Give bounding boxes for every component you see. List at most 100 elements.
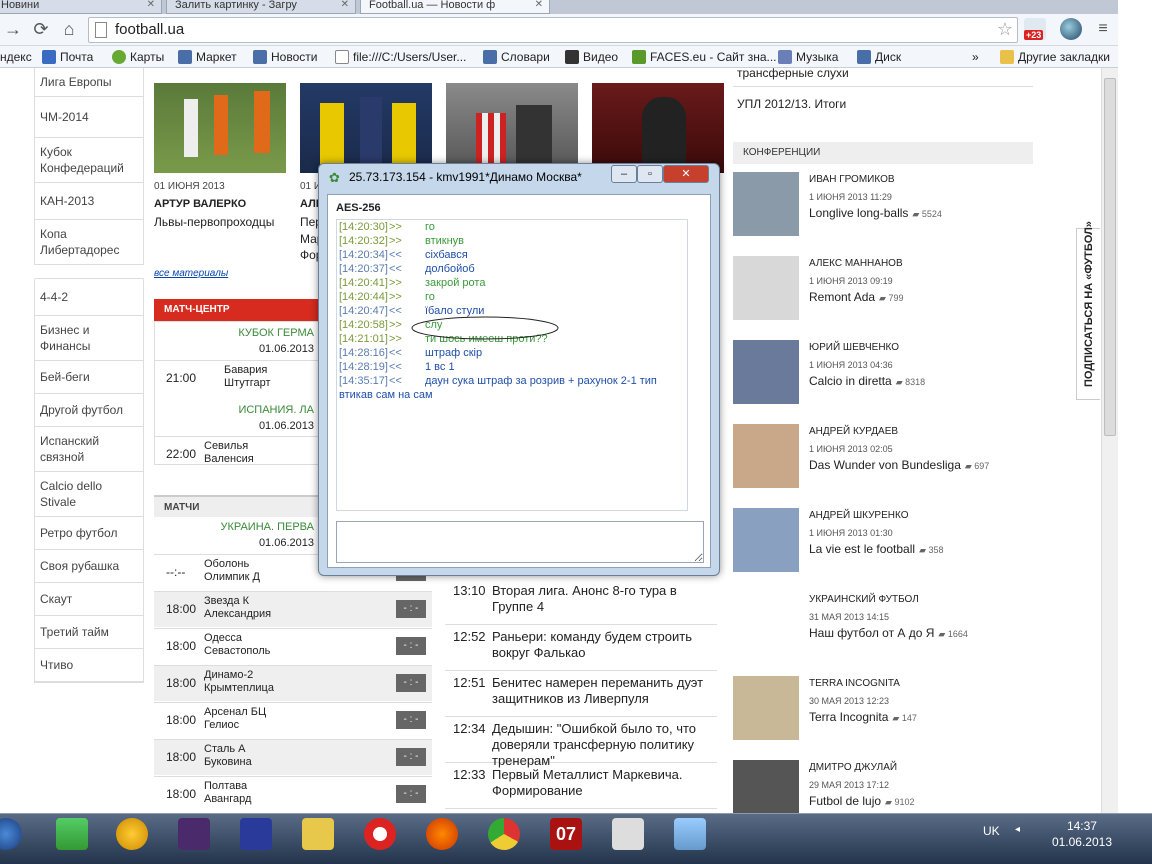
- chrome-icon[interactable]: [488, 818, 520, 850]
- chat-input[interactable]: [336, 521, 704, 563]
- nav-item[interactable]: Скаут: [35, 583, 143, 616]
- bookmark-music[interactable]: Музыка: [778, 49, 838, 65]
- maximize-button[interactable]: ▫: [637, 165, 663, 183]
- firefox-icon[interactable]: [426, 818, 458, 850]
- feed-item[interactable]: 12:52 Раньери: команду будем строить вокр…: [445, 629, 717, 671]
- page-scrollbar[interactable]: [1101, 68, 1118, 813]
- news-photo[interactable]: [154, 83, 286, 173]
- extension-icon[interactable]: +23: [1024, 18, 1046, 40]
- nav-item[interactable]: Чтиво: [35, 649, 143, 682]
- match-row[interactable]: 18:00 Звезда К Александрия - : -: [154, 591, 432, 627]
- nav-item[interactable]: Своя рубашка: [35, 550, 143, 583]
- scrollbar-thumb[interactable]: [1104, 78, 1116, 436]
- tab-label: Залить картинку - Загру: [175, 0, 297, 11]
- news-photo[interactable]: [592, 83, 724, 173]
- close-button[interactable]: ✕: [663, 165, 709, 183]
- bookmark-other[interactable]: Другие закладки: [1000, 49, 1110, 65]
- bookmark-maps[interactable]: Карты: [112, 49, 164, 65]
- conference-item[interactable]: АНДРЕЙ ШКУРЕНКО 1 ИЮНЯ 2013 01:30 La vie e…: [733, 508, 1033, 578]
- nav-item[interactable]: Лига Европы: [35, 68, 143, 97]
- save-icon[interactable]: [240, 818, 272, 850]
- conference-item[interactable]: ЮРИЙ ШЕВЧЕНКО 1 ИЮНЯ 2013 04:36 Calcio in …: [733, 340, 1033, 410]
- folder-icon[interactable]: [302, 818, 334, 850]
- chat-titlebar[interactable]: ✿ 25.73.173.154 - kmv1991*Динамо Москва*…: [319, 164, 719, 190]
- address-bar[interactable]: football.ua ☆: [88, 17, 1018, 43]
- yandex-icon[interactable]: [364, 818, 396, 850]
- feed-item[interactable]: 12:34 Дедышин: "Ошибкой было то, что дове…: [445, 721, 717, 768]
- league-name[interactable]: ИСПАНИЯ. ЛА: [154, 404, 314, 416]
- conference-item[interactable]: УКРАИНСКИЙ ФУТБОЛ 31 МАЯ 2013 14:15 Наш фу…: [733, 592, 1033, 662]
- close-tab-icon[interactable]: ✕: [147, 0, 155, 13]
- nav-item[interactable]: ЧМ-2014: [35, 97, 143, 138]
- bookmark-file[interactable]: file:///C:/Users/User...: [335, 49, 466, 65]
- bookmark-disk[interactable]: Диск: [857, 49, 901, 65]
- subscribe-tab[interactable]: ПОДПИСАТЬСЯ НА «ФУТБОЛ»: [1076, 221, 1100, 400]
- monitor-app-icon[interactable]: [56, 818, 88, 850]
- news-photo[interactable]: [446, 83, 578, 173]
- nav-item[interactable]: Испанский связной: [35, 427, 143, 472]
- news-photo[interactable]: [300, 83, 432, 173]
- nav-item[interactable]: Кубок Конфедераций: [35, 138, 143, 183]
- nav-item[interactable]: Бей-беги: [35, 361, 143, 394]
- nav-item[interactable]: Копа Либертадорес: [35, 220, 143, 265]
- bookmark-market[interactable]: Маркет: [178, 49, 237, 65]
- feed-item[interactable]: 12:51 Бенитес намерен переманить дуэт защ…: [445, 675, 717, 717]
- close-tab-icon[interactable]: ✕: [535, 0, 543, 13]
- game-icon[interactable]: [178, 818, 210, 850]
- chat-app-icon[interactable]: [612, 818, 644, 850]
- feed-item[interactable]: 12:33 Первый Металлист Маркевича. Формиро…: [445, 767, 717, 809]
- match-row[interactable]: 18:00 Полтава Авангард - : -: [154, 776, 432, 812]
- tab-football[interactable]: Football.ua — Новости ф ✕: [360, 0, 550, 14]
- bookmarks-more[interactable]: »: [972, 49, 979, 65]
- news-author[interactable]: АРТУР ВАЛЕРКО: [154, 198, 246, 210]
- forward-icon[interactable]: →: [2, 18, 24, 40]
- bookmark-dictionaries[interactable]: Словари: [483, 49, 550, 65]
- conference-item[interactable]: ИВАН ГРОМИКОВ 1 ИЮНЯ 2013 11:29 Longlive l…: [733, 172, 1033, 242]
- bookmark-news[interactable]: Новости: [253, 49, 317, 65]
- conference-date: 1 ИЮНЯ 2013 01:30: [809, 528, 893, 538]
- tab-upload[interactable]: Залить картинку - Загру ✕: [166, 0, 356, 14]
- conference-item[interactable]: АЛЕКС МАННАНОВ 1 ИЮНЯ 2013 09:19 Remont Ad…: [733, 256, 1033, 326]
- conference-item[interactable]: АНДРЕЙ КУРДАЕВ 1 ИЮНЯ 2013 02:05 Das Wunde…: [733, 424, 1033, 494]
- all-materials-link[interactable]: все материалы: [154, 268, 228, 279]
- match-row[interactable]: 18:00 Арсенал БЦ Гелиос - : -: [154, 702, 432, 738]
- app-07-icon[interactable]: 07: [550, 818, 582, 850]
- feed-title: Дедышин: "Ошибкой было то, что доверяли …: [492, 721, 697, 768]
- news-title[interactable]: Львы-первопроходцы: [154, 215, 274, 229]
- clock[interactable]: 14:37 01.06.2013: [1052, 818, 1112, 850]
- right-link[interactable]: УПЛ 2012/13. Итоги: [737, 97, 846, 111]
- match-row[interactable]: 18:00 Сталь А Буковина - : -: [154, 739, 432, 775]
- bookmark-faces[interactable]: FACES.eu - Сайт зна...: [632, 49, 777, 65]
- language-indicator[interactable]: UK: [983, 824, 1000, 838]
- app-icon[interactable]: [116, 818, 148, 850]
- reload-icon[interactable]: ⟳: [30, 18, 52, 40]
- nav-item[interactable]: Calcio dello Stivale: [35, 472, 143, 517]
- conferences-header: КОНФЕРЕНЦИИ: [733, 142, 1033, 164]
- home-icon[interactable]: ⌂: [58, 18, 80, 40]
- globe-icon[interactable]: [1060, 18, 1082, 40]
- paint-icon[interactable]: [674, 818, 706, 850]
- feed-item[interactable]: 13:10 Вторая лига. Анонс 8-го тура в Груп…: [445, 583, 717, 625]
- bookmark-star-icon[interactable]: ☆: [997, 19, 1013, 40]
- nav-item[interactable]: Ретро футбол: [35, 517, 143, 550]
- nav-item[interactable]: 4-4-2: [35, 279, 143, 316]
- conference-item[interactable]: TERRA INCOGNITA 30 МАЯ 2013 12:23 Terra In…: [733, 676, 1033, 746]
- nav-item[interactable]: Третий тайм: [35, 616, 143, 649]
- bookmark-video[interactable]: Видео: [565, 49, 618, 65]
- league-name[interactable]: УКРАИНА. ПЕРВА: [154, 521, 314, 533]
- bookmark-yandex[interactable]: ндекс: [0, 49, 32, 65]
- bookmark-mail[interactable]: Почта: [42, 49, 93, 65]
- match-row[interactable]: 18:00 Динамо-2 Крымтеплица - : -: [154, 665, 432, 701]
- tab-news[interactable]: Новини ✕: [0, 0, 162, 14]
- right-link[interactable]: трансферные слухи: [737, 66, 849, 80]
- close-tab-icon[interactable]: ✕: [341, 0, 349, 13]
- tray-arrow-icon[interactable]: ◂: [1015, 824, 1020, 835]
- match-row[interactable]: 18:00 Одесса Севастополь - : -: [154, 628, 432, 664]
- nav-item[interactable]: Бизнес и Финансы: [35, 316, 143, 361]
- nav-item[interactable]: Другой футбол: [35, 394, 143, 427]
- start-button[interactable]: [0, 818, 22, 850]
- menu-icon[interactable]: ≡: [1092, 18, 1114, 40]
- league-name[interactable]: КУБОК ГЕРМА: [154, 327, 314, 339]
- minimize-button[interactable]: –: [611, 165, 637, 183]
- nav-item[interactable]: КАН-2013: [35, 183, 143, 220]
